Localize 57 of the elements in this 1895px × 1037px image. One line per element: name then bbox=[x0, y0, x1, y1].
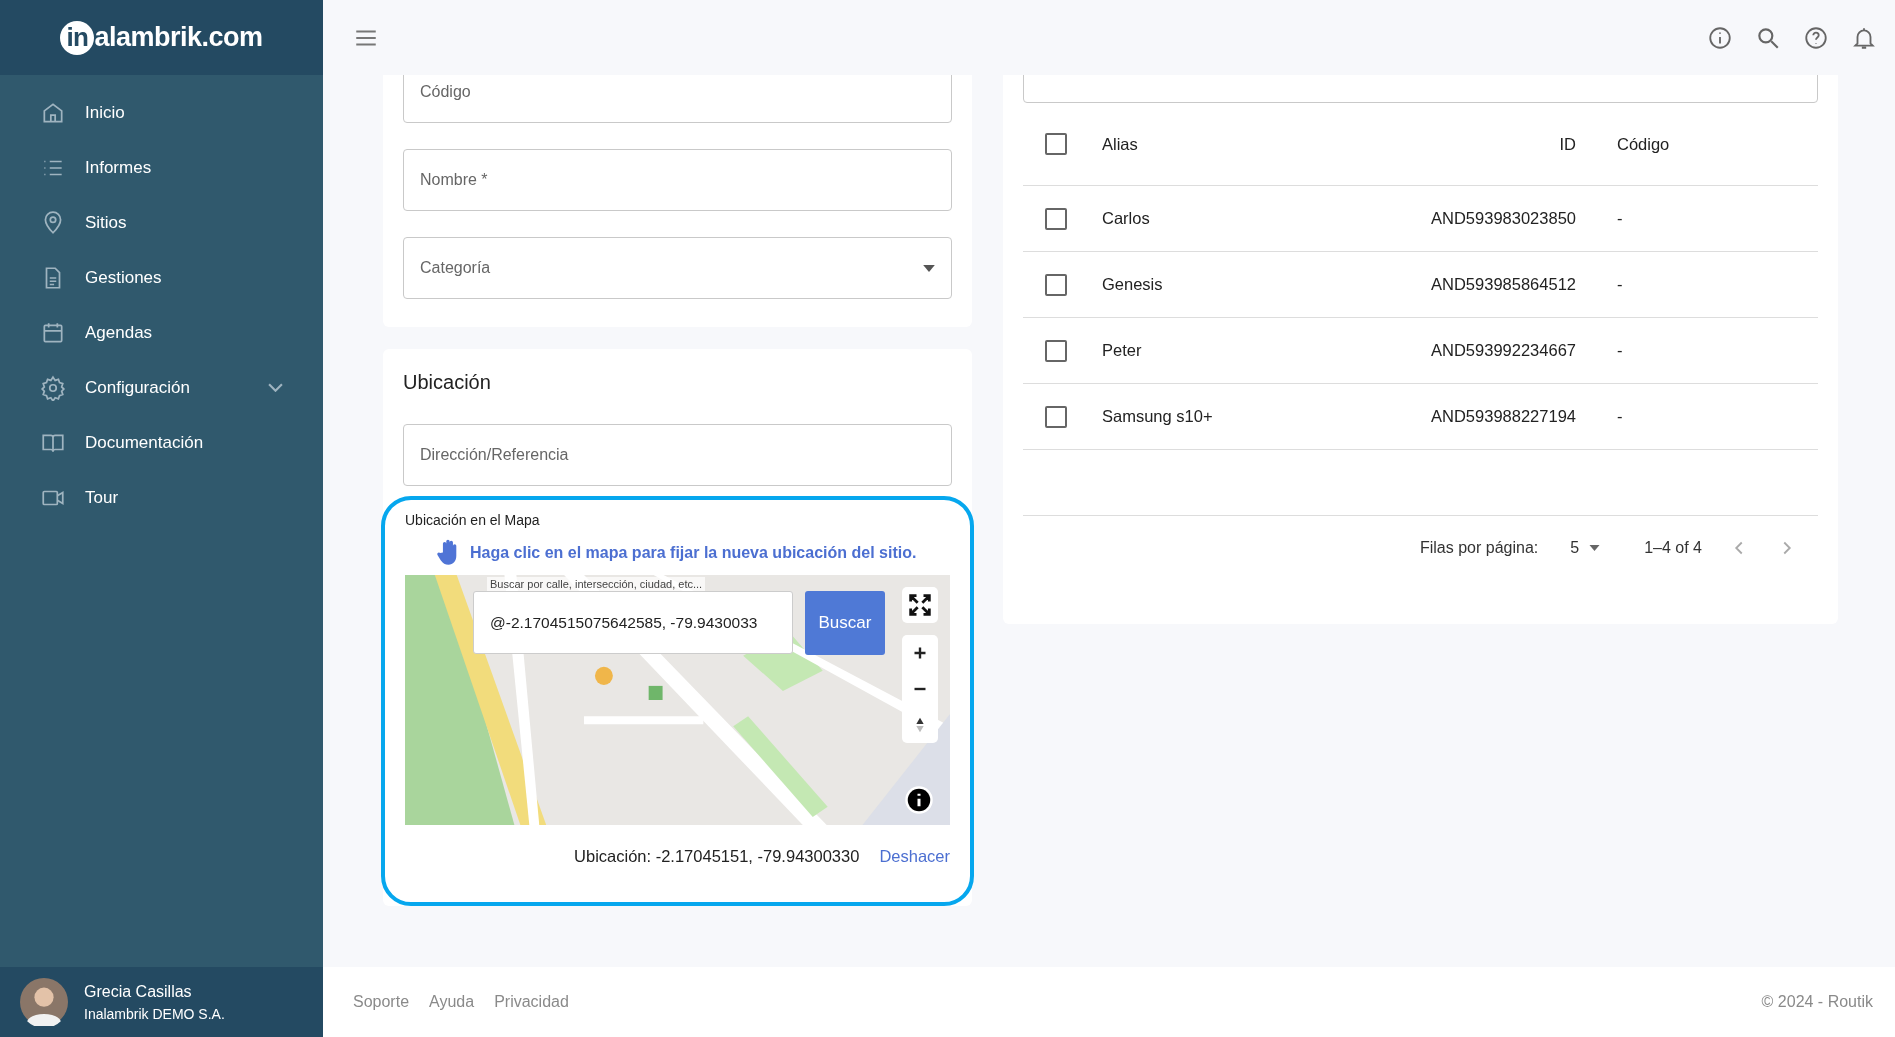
logo-mark: in bbox=[60, 20, 95, 55]
map-hint: Haga clic en el mapa para fijar la nueva ubicación del sitio. bbox=[470, 543, 917, 562]
table-cell: - bbox=[1617, 275, 1623, 293]
sidebar-item[interactable]: Sitios bbox=[0, 195, 323, 250]
sidebar-item[interactable]: Inicio bbox=[0, 85, 323, 140]
table-cell: AND593992234667 bbox=[1431, 341, 1576, 359]
address-field[interactable]: Dirección/Referencia bbox=[403, 424, 952, 486]
gear-icon bbox=[40, 374, 66, 401]
sidebar-item[interactable]: Informes bbox=[0, 140, 323, 195]
category-select[interactable]: Categoría bbox=[403, 237, 952, 299]
table-cell: Peter bbox=[1102, 341, 1142, 359]
table-cell: - bbox=[1617, 209, 1623, 227]
table-cell: Carlos bbox=[1102, 209, 1150, 227]
search-button[interactable]: Buscar bbox=[805, 591, 885, 655]
copyright: © 2024 - Routik bbox=[1761, 993, 1873, 1011]
caret-icon bbox=[1589, 545, 1601, 551]
table-cell: - bbox=[1617, 341, 1623, 359]
checkbox[interactable] bbox=[1045, 273, 1067, 296]
column-header: Alias bbox=[1102, 134, 1138, 153]
table-cell: - bbox=[1617, 407, 1623, 425]
search-label: Buscar por calle, intersección, ciudad, etc... bbox=[487, 577, 706, 591]
input-field[interactable]: Nombre * bbox=[403, 149, 952, 211]
info-icon[interactable] bbox=[904, 785, 934, 815]
table-cell: Samsung s10+ bbox=[1102, 407, 1213, 425]
sidebar-item[interactable]: Tour bbox=[0, 470, 323, 525]
sidebar-item[interactable]: Gestiones bbox=[0, 250, 323, 305]
sidebar-item[interactable]: Agendas bbox=[0, 305, 323, 360]
map-label: Ubicación en el Mapa bbox=[405, 512, 541, 528]
sidebar-item[interactable]: Configuración bbox=[0, 360, 323, 415]
column-header: Código bbox=[1617, 134, 1670, 153]
rows-per-page-select[interactable]: 5 bbox=[1570, 539, 1601, 557]
footer-link[interactable]: Soporte bbox=[353, 993, 410, 1011]
checkbox[interactable] bbox=[1045, 339, 1067, 362]
location-reading: Ubicación: -2.17045151, -79.94300330 bbox=[574, 847, 860, 866]
table-cell: Genesis bbox=[1102, 275, 1163, 293]
input-field[interactable]: Código bbox=[403, 75, 952, 123]
column-header: ID bbox=[1559, 134, 1576, 153]
footer-link[interactable]: Ayuda bbox=[429, 993, 475, 1011]
sidebar-item[interactable]: Documentación bbox=[0, 415, 323, 470]
table-cell: AND593988227194 bbox=[1431, 407, 1576, 425]
section-title: Ubicación bbox=[403, 371, 492, 394]
avatar bbox=[20, 978, 68, 1026]
fullscreen-icon[interactable] bbox=[902, 587, 938, 623]
page-range: 1–4 of 4 bbox=[1644, 539, 1702, 557]
table-cell: AND593983023850 bbox=[1431, 209, 1576, 227]
footer-link[interactable]: Privacidad bbox=[494, 993, 569, 1011]
undo-link[interactable]: Deshacer bbox=[879, 847, 950, 866]
logo-text: alambrik.com bbox=[94, 22, 263, 53]
caret-icon bbox=[923, 264, 935, 272]
rows-per-page-label: Filas por página: bbox=[1419, 539, 1539, 557]
table-cell: AND593985864512 bbox=[1431, 275, 1576, 293]
help-icon[interactable] bbox=[1803, 24, 1829, 51]
checkbox[interactable] bbox=[1045, 405, 1067, 428]
user-company: Inalambrik DEMO S.A. bbox=[84, 1005, 225, 1022]
user-name: Grecia Casillas bbox=[84, 982, 193, 1001]
checkbox[interactable] bbox=[1045, 133, 1067, 155]
checkbox[interactable] bbox=[1045, 207, 1067, 230]
